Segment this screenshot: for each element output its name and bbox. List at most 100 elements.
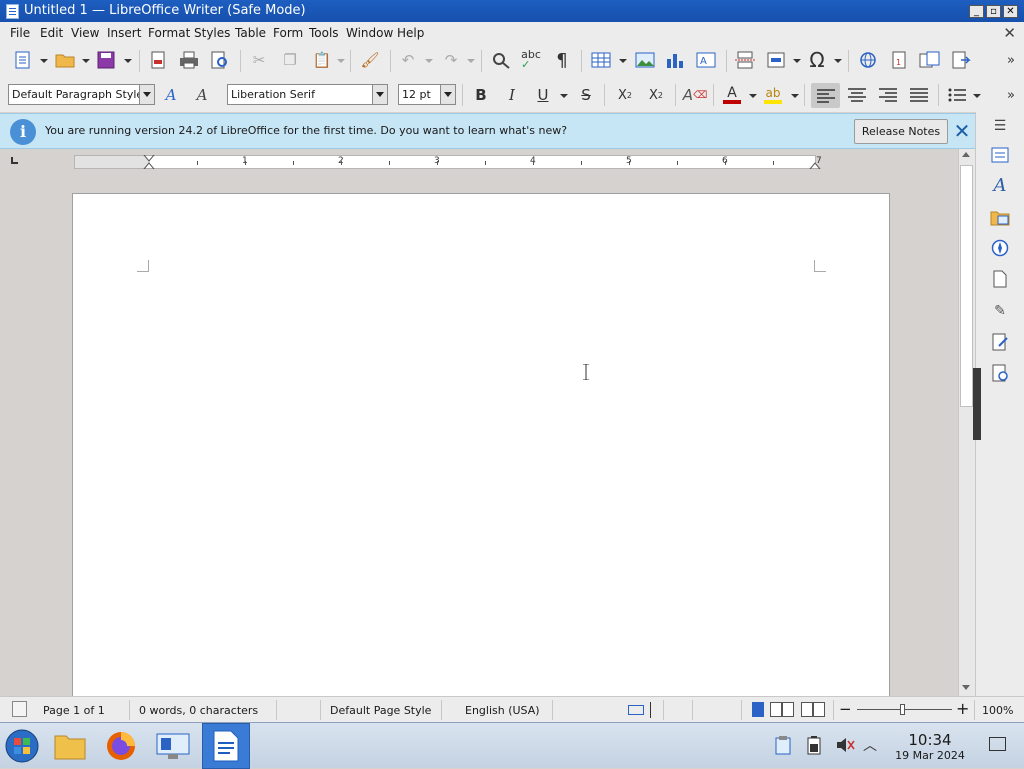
menu-form[interactable]: Form	[273, 26, 303, 40]
italic-icon[interactable]: I	[501, 84, 523, 106]
zoom-slider-thumb[interactable]	[900, 704, 905, 715]
new-style-icon[interactable]: A	[191, 84, 213, 106]
page-style[interactable]: Default Page Style	[330, 704, 431, 717]
insert-textbox-icon[interactable]: A	[695, 49, 717, 71]
chevron-down-icon[interactable]	[139, 85, 154, 104]
list-dropdown-icon[interactable]	[973, 94, 981, 98]
redo-icon[interactable]: ↷	[440, 49, 462, 71]
design-icon[interactable]	[989, 362, 1011, 384]
properties-icon[interactable]	[989, 144, 1011, 166]
sidebar-menu-icon[interactable]: ☰	[989, 115, 1011, 137]
more-options-icon[interactable]: »	[1000, 84, 1022, 106]
page-break-icon[interactable]	[734, 49, 756, 71]
show-desktop-icon[interactable]	[989, 737, 1006, 751]
insert-table-icon[interactable]	[590, 49, 612, 71]
insert-comment-icon[interactable]	[919, 49, 941, 71]
insert-chart-icon[interactable]	[664, 49, 686, 71]
subscript-icon[interactable]: X2	[645, 84, 667, 106]
paste-dropdown-icon[interactable]	[337, 59, 345, 63]
indent-marker-icon[interactable]	[142, 154, 156, 170]
menu-help[interactable]: Help	[397, 26, 424, 40]
font-color-icon[interactable]: A	[721, 84, 743, 106]
zoom-in-icon[interactable]: +	[956, 699, 969, 718]
chevron-down-icon[interactable]	[440, 85, 455, 104]
insert-mode-icon[interactable]	[650, 702, 654, 718]
zoom-out-icon[interactable]: −	[839, 700, 852, 718]
unordered-list-icon[interactable]	[946, 84, 968, 106]
print-icon[interactable]	[178, 49, 200, 71]
clock[interactable]: 10:34 19 Mar 2024	[880, 731, 980, 762]
battery-tray-icon[interactable]	[805, 735, 823, 755]
writer-taskbar-button[interactable]	[202, 723, 250, 769]
save-icon[interactable]	[95, 49, 117, 71]
align-right-icon[interactable]	[877, 84, 899, 106]
language[interactable]: English (USA)	[465, 704, 540, 717]
styles-icon[interactable]: A	[989, 174, 1011, 196]
copy-icon[interactable]: ❐	[279, 49, 301, 71]
more-options-icon[interactable]: »	[1000, 49, 1022, 71]
navigator-icon[interactable]	[989, 237, 1011, 259]
undo-icon[interactable]: ↶	[397, 49, 419, 71]
book-view-icon[interactable]	[801, 702, 825, 717]
footnote-icon[interactable]: 1	[888, 49, 910, 71]
menu-insert[interactable]: Insert	[107, 26, 141, 40]
clear-formatting-icon[interactable]: A ⌫	[683, 84, 707, 106]
start-button-icon[interactable]	[2, 726, 42, 766]
zoom-level[interactable]: 100%	[982, 704, 1013, 717]
scroll-down-icon[interactable]	[962, 685, 970, 690]
export-pdf-icon[interactable]	[147, 49, 169, 71]
table-dropdown-icon[interactable]	[619, 59, 627, 63]
single-page-view-icon[interactable]	[752, 702, 764, 717]
open-folder-icon[interactable]	[54, 49, 76, 71]
file-manager-icon[interactable]	[50, 726, 90, 766]
minimize-button[interactable]: _	[969, 5, 984, 18]
chevron-up-icon[interactable]: ︿	[863, 735, 879, 755]
bold-icon[interactable]: B	[470, 84, 492, 106]
cut-icon[interactable]: ✂	[248, 49, 270, 71]
document-page[interactable]	[72, 193, 890, 696]
page-icon[interactable]	[989, 268, 1011, 290]
menu-styles[interactable]: Styles	[194, 26, 230, 40]
open-dropdown-icon[interactable]	[82, 59, 90, 63]
undo-dropdown-icon[interactable]	[425, 59, 433, 63]
volume-muted-icon[interactable]	[835, 735, 855, 755]
special-character-dropdown-icon[interactable]	[834, 59, 842, 63]
spelling-icon[interactable]: abc ✓	[520, 49, 542, 71]
menu-file[interactable]: File	[10, 26, 30, 40]
insert-field-icon[interactable]	[765, 49, 787, 71]
menu-edit[interactable]: Edit	[40, 26, 63, 40]
new-dropdown-icon[interactable]	[40, 59, 48, 63]
style-inspector-icon[interactable]: ✎	[989, 300, 1011, 322]
paste-icon[interactable]: 📋	[311, 49, 333, 71]
word-count[interactable]: 0 words, 0 characters	[139, 704, 258, 717]
insert-image-icon[interactable]	[634, 49, 656, 71]
font-size-combo[interactable]: 12 pt	[398, 84, 456, 105]
menu-window[interactable]: Window	[346, 26, 393, 40]
clipboard-tray-icon[interactable]	[774, 735, 792, 755]
release-notes-button[interactable]: Release Notes	[854, 119, 948, 144]
selection-mode-icon[interactable]	[628, 705, 644, 715]
field-dropdown-icon[interactable]	[793, 59, 801, 63]
scroll-up-icon[interactable]	[962, 152, 970, 157]
font-name-combo[interactable]: Liberation Serif	[227, 84, 388, 105]
align-center-icon[interactable]	[846, 84, 868, 106]
control-panel-icon[interactable]	[153, 726, 193, 766]
menu-view[interactable]: View	[71, 26, 99, 40]
chevron-down-icon[interactable]	[372, 85, 387, 104]
multi-page-view-icon[interactable]	[770, 702, 794, 717]
maximize-button[interactable]: ▫	[986, 5, 1001, 18]
formatting-marks-icon[interactable]: ¶	[551, 49, 573, 71]
print-preview-icon[interactable]	[209, 49, 231, 71]
manage-changes-icon[interactable]	[989, 331, 1011, 353]
superscript-icon[interactable]: X2	[614, 84, 636, 106]
redo-dropdown-icon[interactable]	[467, 59, 475, 63]
menu-table[interactable]: Table	[235, 26, 266, 40]
save-dropdown-icon[interactable]	[124, 59, 132, 63]
new-document-icon[interactable]	[12, 49, 34, 71]
find-replace-icon[interactable]	[490, 49, 512, 71]
update-style-icon[interactable]: A	[160, 84, 182, 106]
justify-icon[interactable]	[908, 84, 930, 106]
tab-stop-selector-icon[interactable]	[11, 157, 18, 164]
page-count[interactable]: Page 1 of 1	[43, 704, 105, 717]
menu-tools[interactable]: Tools	[309, 26, 339, 40]
